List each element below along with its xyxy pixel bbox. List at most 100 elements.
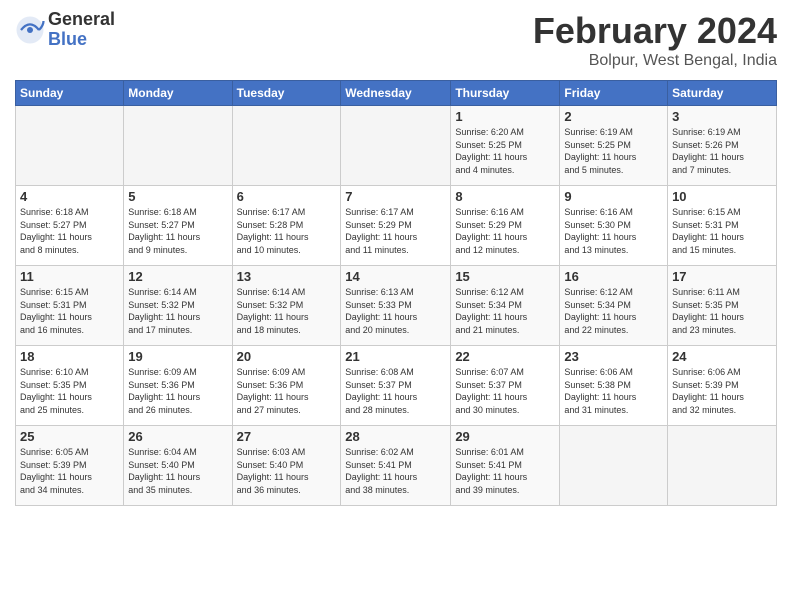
day-number: 24 [672, 349, 772, 364]
day-number: 7 [345, 189, 446, 204]
calendar-cell: 7 Sunrise: 6:17 AM Sunset: 5:29 PM Daylig… [341, 186, 451, 266]
day-info: Sunrise: 6:17 AM Sunset: 5:29 PM Dayligh… [345, 206, 446, 256]
calendar-header-saturday: Saturday [668, 81, 777, 106]
day-info: Sunrise: 6:08 AM Sunset: 5:37 PM Dayligh… [345, 366, 446, 416]
day-number: 9 [564, 189, 663, 204]
calendar-cell [560, 426, 668, 506]
day-number: 8 [455, 189, 555, 204]
day-info: Sunrise: 6:11 AM Sunset: 5:35 PM Dayligh… [672, 286, 772, 336]
day-number: 5 [128, 189, 227, 204]
logo: General Blue [15, 10, 115, 50]
day-info: Sunrise: 6:06 AM Sunset: 5:38 PM Dayligh… [564, 366, 663, 416]
calendar-cell: 24Sunrise: 6:06 AM Sunset: 5:39 PM Dayli… [668, 346, 777, 426]
calendar-cell: 12 Sunrise: 6:14 AM Sunset: 5:32 PM Dayli… [124, 266, 232, 346]
calendar-cell: 16Sunrise: 6:12 AM Sunset: 5:34 PM Dayli… [560, 266, 668, 346]
calendar-cell: 22 Sunrise: 6:07 AM Sunset: 5:37 PM Dayli… [451, 346, 560, 426]
calendar-cell [668, 426, 777, 506]
day-info: Sunrise: 6:07 AM Sunset: 5:37 PM Dayligh… [455, 366, 555, 416]
calendar-header-friday: Friday [560, 81, 668, 106]
calendar-cell: 15 Sunrise: 6:12 AM Sunset: 5:34 PM Dayli… [451, 266, 560, 346]
day-number: 12 [128, 269, 227, 284]
day-number: 23 [564, 349, 663, 364]
day-info: Sunrise: 6:18 AM Sunset: 5:27 PM Dayligh… [20, 206, 119, 256]
calendar-cell: 14Sunrise: 6:13 AM Sunset: 5:33 PM Dayli… [341, 266, 451, 346]
day-number: 13 [237, 269, 337, 284]
calendar-cell: 26Sunrise: 6:04 AM Sunset: 5:40 PM Dayli… [124, 426, 232, 506]
day-number: 20 [237, 349, 337, 364]
day-number: 22 [455, 349, 555, 364]
calendar-cell: 21 Sunrise: 6:08 AM Sunset: 5:37 PM Dayli… [341, 346, 451, 426]
calendar-cell [232, 106, 341, 186]
day-info: Sunrise: 6:15 AM Sunset: 5:31 PM Dayligh… [672, 206, 772, 256]
calendar-header-row: SundayMondayTuesdayWednesdayThursdayFrid… [16, 81, 777, 106]
logo-blue: Blue [48, 29, 87, 49]
calendar-cell: 4 Sunrise: 6:18 AM Sunset: 5:27 PM Daylig… [16, 186, 124, 266]
day-number: 10 [672, 189, 772, 204]
calendar-cell: 2Sunrise: 6:19 AM Sunset: 5:25 PM Daylig… [560, 106, 668, 186]
calendar-cell: 17 Sunrise: 6:11 AM Sunset: 5:35 PM Dayli… [668, 266, 777, 346]
day-number: 17 [672, 269, 772, 284]
day-info: Sunrise: 6:19 AM Sunset: 5:25 PM Dayligh… [564, 126, 663, 176]
day-info: Sunrise: 6:14 AM Sunset: 5:32 PM Dayligh… [237, 286, 337, 336]
calendar-week-3: 11 Sunrise: 6:15 AM Sunset: 5:31 PM Dayli… [16, 266, 777, 346]
day-number: 18 [20, 349, 119, 364]
calendar-cell: 8 Sunrise: 6:16 AM Sunset: 5:29 PM Daylig… [451, 186, 560, 266]
day-info: Sunrise: 6:05 AM Sunset: 5:39 PM Dayligh… [20, 446, 119, 496]
page: General Blue February 2024 Bolpur, West … [0, 0, 792, 516]
day-number: 6 [237, 189, 337, 204]
calendar-cell: 27 Sunrise: 6:03 AM Sunset: 5:40 PM Dayli… [232, 426, 341, 506]
day-number: 15 [455, 269, 555, 284]
day-info: Sunrise: 6:18 AM Sunset: 5:27 PM Dayligh… [128, 206, 227, 256]
calendar-week-4: 18 Sunrise: 6:10 AM Sunset: 5:35 PM Dayli… [16, 346, 777, 426]
calendar-table: SundayMondayTuesdayWednesdayThursdayFrid… [15, 80, 777, 506]
calendar-cell: 5 Sunrise: 6:18 AM Sunset: 5:27 PM Daylig… [124, 186, 232, 266]
day-info: Sunrise: 6:19 AM Sunset: 5:26 PM Dayligh… [672, 126, 772, 176]
calendar-header-wednesday: Wednesday [341, 81, 451, 106]
calendar-cell: 1 Sunrise: 6:20 AM Sunset: 5:25 PM Daylig… [451, 106, 560, 186]
calendar-cell: 28Sunrise: 6:02 AM Sunset: 5:41 PM Dayli… [341, 426, 451, 506]
calendar-week-2: 4 Sunrise: 6:18 AM Sunset: 5:27 PM Daylig… [16, 186, 777, 266]
calendar-week-1: 1 Sunrise: 6:20 AM Sunset: 5:25 PM Daylig… [16, 106, 777, 186]
day-number: 1 [455, 109, 555, 124]
day-number: 11 [20, 269, 119, 284]
day-info: Sunrise: 6:14 AM Sunset: 5:32 PM Dayligh… [128, 286, 227, 336]
subtitle: Bolpur, West Bengal, India [533, 52, 777, 70]
day-info: Sunrise: 6:12 AM Sunset: 5:34 PM Dayligh… [455, 286, 555, 336]
day-info: Sunrise: 6:10 AM Sunset: 5:35 PM Dayligh… [20, 366, 119, 416]
day-info: Sunrise: 6:09 AM Sunset: 5:36 PM Dayligh… [237, 366, 337, 416]
calendar-cell: 13 Sunrise: 6:14 AM Sunset: 5:32 PM Dayli… [232, 266, 341, 346]
calendar-week-5: 25Sunrise: 6:05 AM Sunset: 5:39 PM Dayli… [16, 426, 777, 506]
calendar-cell: 25Sunrise: 6:05 AM Sunset: 5:39 PM Dayli… [16, 426, 124, 506]
calendar-cell [124, 106, 232, 186]
day-number: 21 [345, 349, 446, 364]
calendar-cell: 3 Sunrise: 6:19 AM Sunset: 5:26 PM Daylig… [668, 106, 777, 186]
day-number: 14 [345, 269, 446, 284]
calendar-cell: 18 Sunrise: 6:10 AM Sunset: 5:35 PM Dayli… [16, 346, 124, 426]
calendar-header-monday: Monday [124, 81, 232, 106]
calendar-cell: 11 Sunrise: 6:15 AM Sunset: 5:31 PM Dayli… [16, 266, 124, 346]
day-number: 16 [564, 269, 663, 284]
calendar-cell [341, 106, 451, 186]
day-number: 3 [672, 109, 772, 124]
calendar-header-sunday: Sunday [16, 81, 124, 106]
calendar-cell: 10 Sunrise: 6:15 AM Sunset: 5:31 PM Dayli… [668, 186, 777, 266]
calendar-header-tuesday: Tuesday [232, 81, 341, 106]
calendar-cell: 6Sunrise: 6:17 AM Sunset: 5:28 PM Daylig… [232, 186, 341, 266]
calendar-cell: 19Sunrise: 6:09 AM Sunset: 5:36 PM Dayli… [124, 346, 232, 426]
day-info: Sunrise: 6:01 AM Sunset: 5:41 PM Dayligh… [455, 446, 555, 496]
title-block: February 2024 Bolpur, West Bengal, India [533, 10, 777, 70]
day-info: Sunrise: 6:02 AM Sunset: 5:41 PM Dayligh… [345, 446, 446, 496]
day-number: 27 [237, 429, 337, 444]
day-info: Sunrise: 6:16 AM Sunset: 5:30 PM Dayligh… [564, 206, 663, 256]
day-info: Sunrise: 6:15 AM Sunset: 5:31 PM Dayligh… [20, 286, 119, 336]
day-info: Sunrise: 6:20 AM Sunset: 5:25 PM Dayligh… [455, 126, 555, 176]
calendar-cell: 29Sunrise: 6:01 AM Sunset: 5:41 PM Dayli… [451, 426, 560, 506]
day-info: Sunrise: 6:09 AM Sunset: 5:36 PM Dayligh… [128, 366, 227, 416]
day-info: Sunrise: 6:03 AM Sunset: 5:40 PM Dayligh… [237, 446, 337, 496]
day-info: Sunrise: 6:04 AM Sunset: 5:40 PM Dayligh… [128, 446, 227, 496]
main-title: February 2024 [533, 10, 777, 52]
day-info: Sunrise: 6:16 AM Sunset: 5:29 PM Dayligh… [455, 206, 555, 256]
logo-icon [15, 15, 45, 45]
header: General Blue February 2024 Bolpur, West … [15, 10, 777, 70]
day-number: 4 [20, 189, 119, 204]
